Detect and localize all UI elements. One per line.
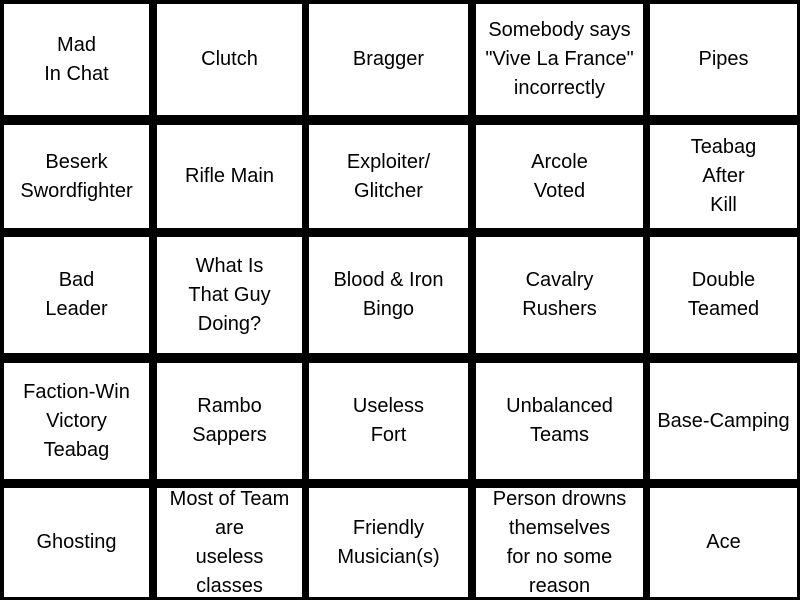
bingo-cell-label: Teabag After Kill (690, 136, 757, 216)
bingo-cell-label: Pipes (698, 48, 749, 70)
bingo-cell[interactable]: Bad Leader (4, 237, 149, 353)
bingo-cell-label: Somebody says "Vive La France" incorrect… (485, 19, 634, 99)
bingo-cell-label: Most of Team are useless classes (169, 488, 290, 597)
bingo-cell[interactable]: Clutch (157, 4, 302, 115)
bingo-cell[interactable]: Person drowns themselves for no some rea… (476, 488, 643, 597)
bingo-cell-label: Rifle Main (185, 165, 274, 187)
bingo-cell[interactable]: Somebody says "Vive La France" incorrect… (476, 4, 643, 115)
bingo-cell[interactable]: Exploiter/ Glitcher (309, 125, 468, 228)
bingo-cell[interactable]: Double Teamed (650, 237, 797, 353)
bingo-cell[interactable]: Teabag After Kill (650, 125, 797, 228)
bingo-cell-label: Clutch (201, 48, 258, 70)
bingo-cell[interactable]: Beserk Swordfighter (4, 125, 149, 228)
bingo-cell[interactable]: Useless Fort (309, 363, 468, 479)
bingo-cell-label: Person drowns themselves for no some rea… (492, 488, 627, 597)
bingo-cell-label: Blood & Iron Bingo (333, 269, 444, 320)
bingo-cell-label: What Is That Guy Doing? (188, 254, 271, 335)
bingo-cell-label: Beserk Swordfighter (20, 150, 133, 202)
bingo-cell[interactable]: Most of Team are useless classes (157, 488, 302, 597)
bingo-cell-label: Arcole Voted (531, 150, 588, 202)
bingo-cell[interactable]: Ace (650, 488, 797, 597)
bingo-cell[interactable]: Arcole Voted (476, 125, 643, 228)
bingo-cell-label: Mad In Chat (44, 33, 109, 85)
bingo-cell[interactable]: Cavalry Rushers (476, 237, 643, 353)
bingo-cell[interactable]: Ghosting (4, 488, 149, 597)
bingo-cell-label: Cavalry Rushers (522, 269, 597, 320)
bingo-cell[interactable]: Friendly Musician(s) (309, 488, 468, 597)
bingo-cell[interactable]: Faction-Win Victory Teabag (4, 363, 149, 479)
bingo-cell-label: Bad Leader (45, 269, 108, 320)
bingo-cell[interactable]: Rifle Main (157, 125, 302, 228)
bingo-cell-label: Base-Camping (657, 409, 790, 432)
bingo-cell-label: Friendly Musician(s) (337, 516, 440, 568)
bingo-cell-label: Bragger (352, 48, 425, 70)
bingo-cell[interactable]: Pipes (650, 4, 797, 115)
bingo-cell[interactable]: What Is That Guy Doing? (157, 237, 302, 353)
bingo-cell-label: Exploiter/ Glitcher (346, 150, 431, 202)
bingo-cell-label: Ace (706, 531, 741, 553)
bingo-cell[interactable]: Base-Camping (650, 363, 797, 479)
bingo-cell-label: Ghosting (36, 531, 117, 553)
bingo-cell[interactable]: Mad In Chat (4, 4, 149, 115)
bingo-cell[interactable]: Unbalanced Teams (476, 363, 643, 479)
bingo-cell[interactable]: Rambo Sappers (157, 363, 302, 479)
bingo-cell-label: Useless Fort (352, 395, 425, 446)
bingo-cell-label: Double Teamed (687, 269, 760, 320)
bingo-cell-label: Rambo Sappers (192, 395, 267, 446)
bingo-cell-label: Unbalanced Teams (506, 395, 613, 446)
bingo-cell-label: Faction-Win Victory Teabag (23, 380, 130, 461)
bingo-cell[interactable]: Blood & Iron Bingo (309, 237, 468, 353)
bingo-cell[interactable]: Bragger (309, 4, 468, 115)
